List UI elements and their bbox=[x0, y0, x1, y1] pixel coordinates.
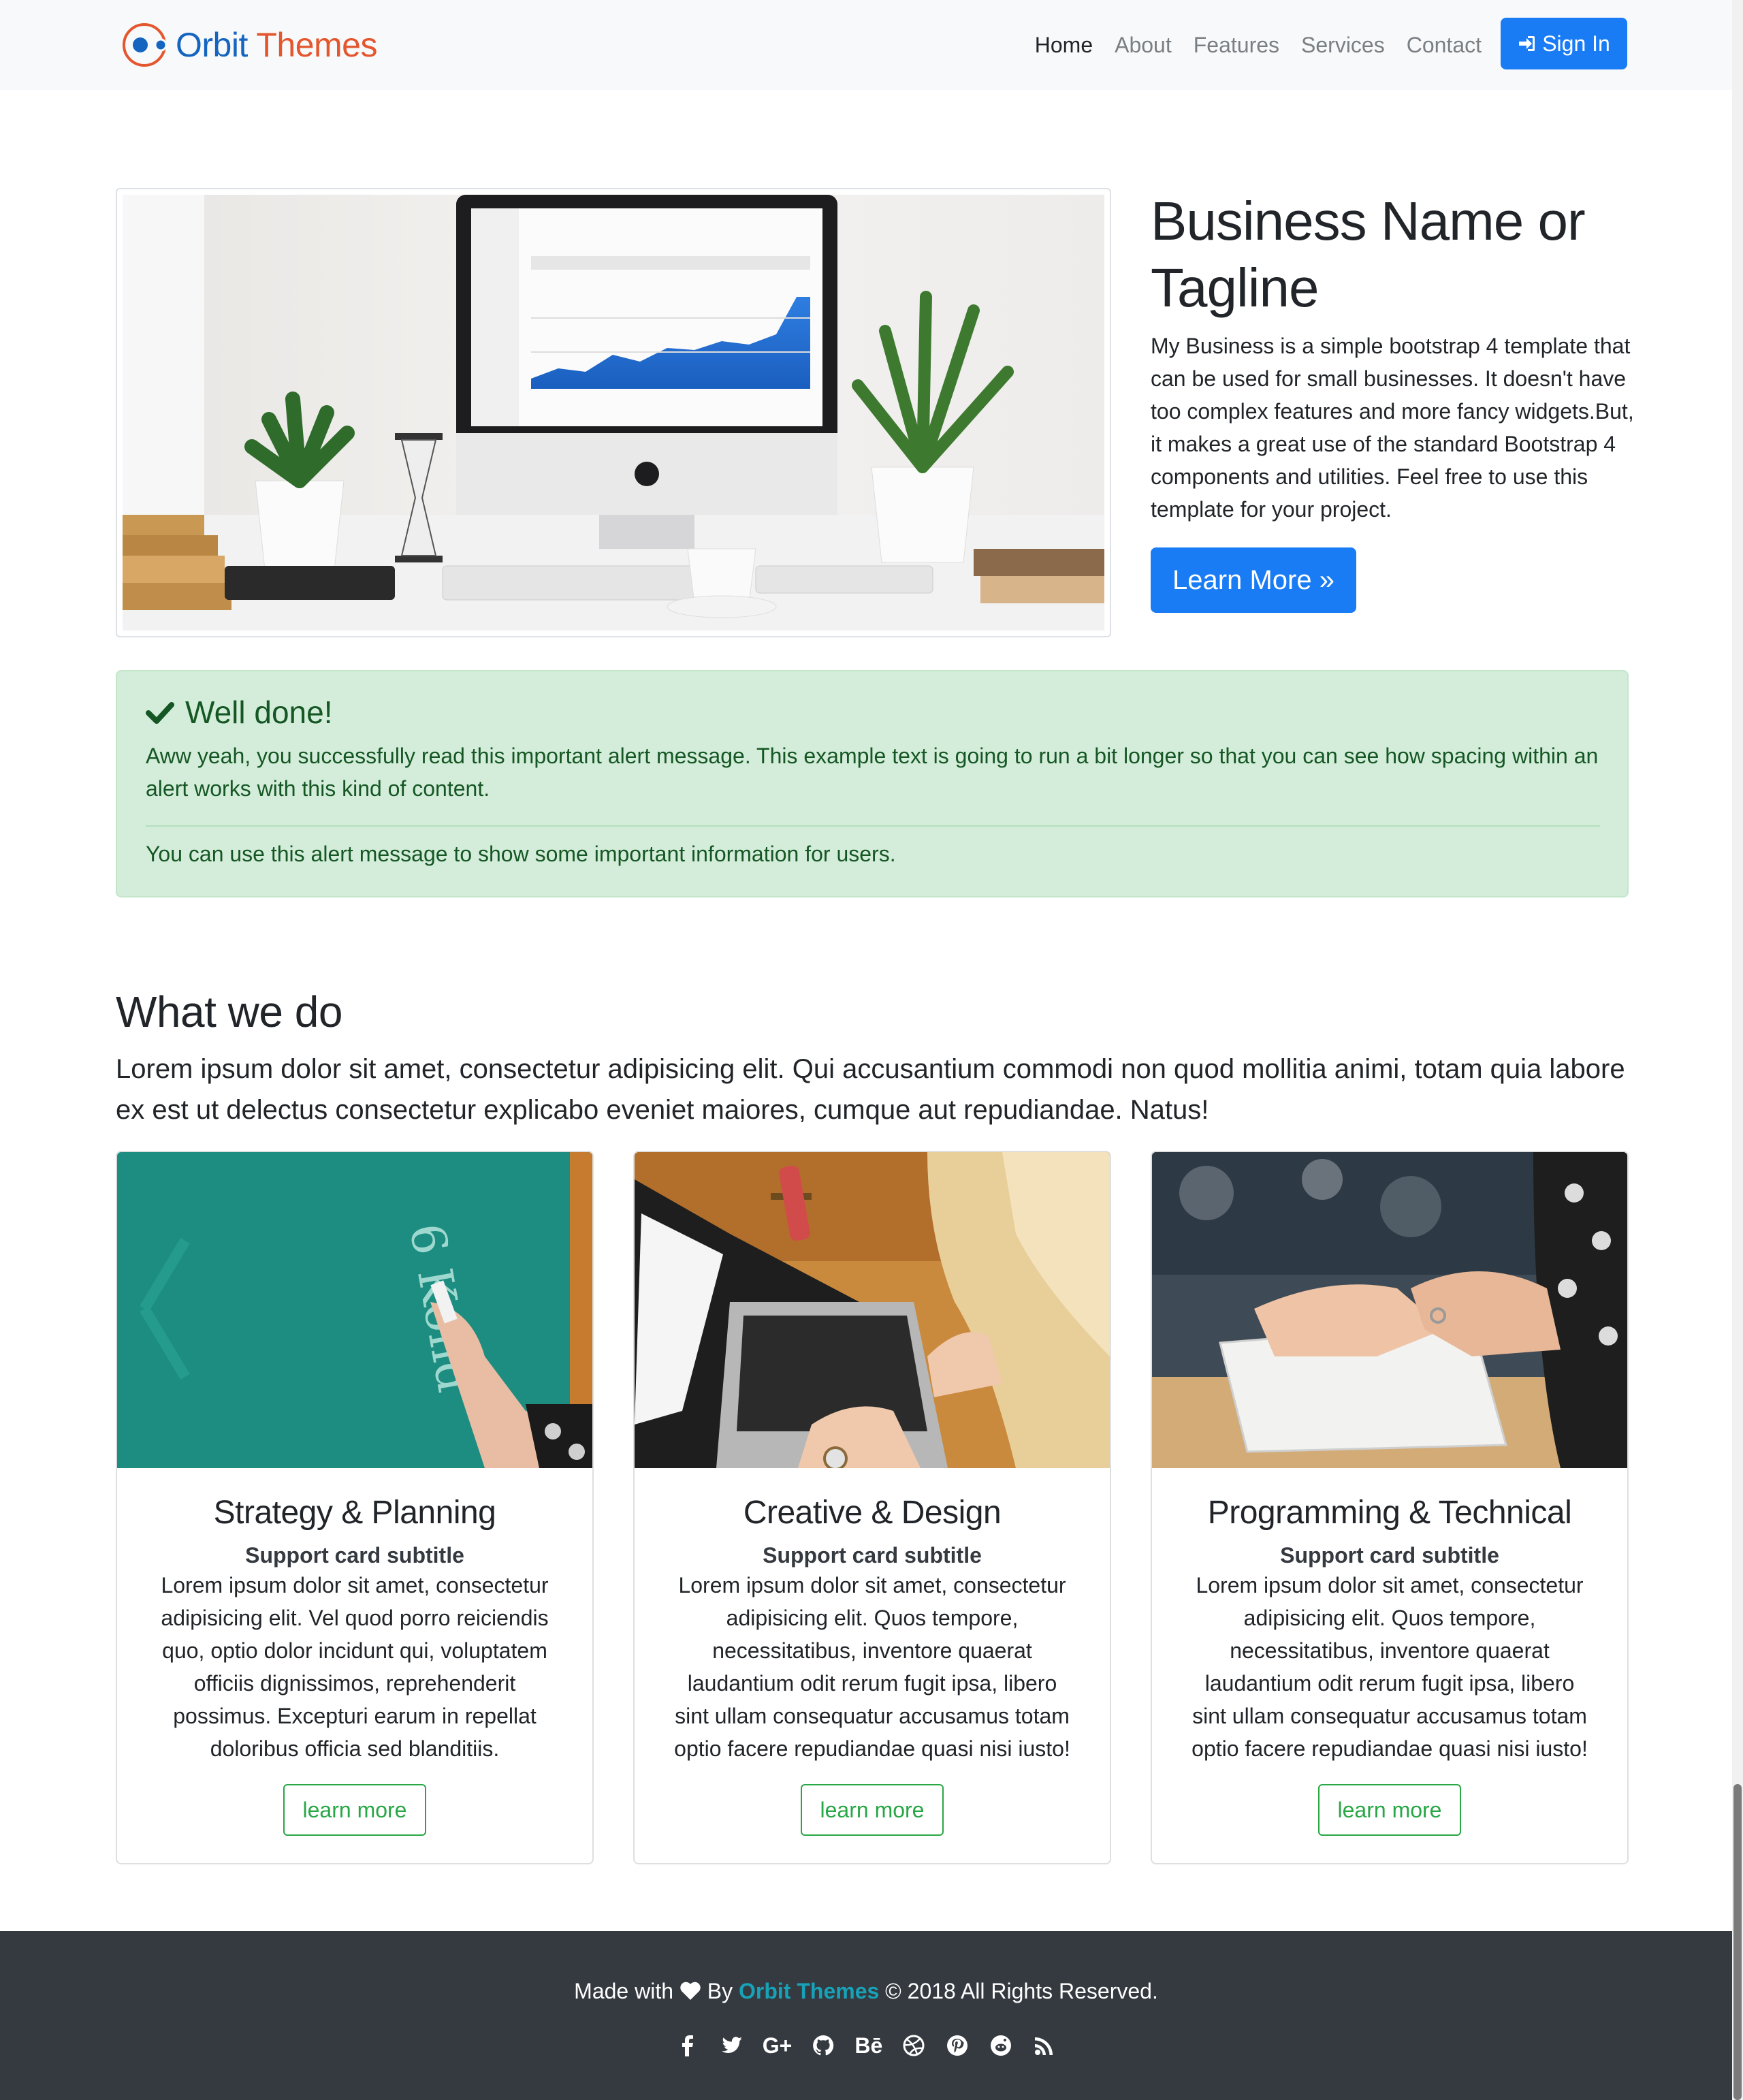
card-learn-more-button[interactable]: learn more bbox=[1318, 1784, 1461, 1836]
footer: Made with By Orbit Themes © 2018 All Rig… bbox=[0, 1931, 1732, 2100]
nav-item-home[interactable]: Home bbox=[1035, 20, 1093, 69]
laptop-woman-image bbox=[635, 1152, 1110, 1468]
card-subtitle: Support card subtitle bbox=[763, 1543, 982, 1568]
rights-text: © 2018 All Rights Reserved. bbox=[885, 1979, 1158, 2003]
twitter-icon[interactable] bbox=[719, 2032, 743, 2059]
alert-divider bbox=[146, 825, 1600, 827]
alert-secondary-text: You can use this alert message to show s… bbox=[146, 842, 896, 866]
service-card-design: Creative & Design Support card subtitle … bbox=[633, 1151, 1111, 1864]
card-text: Lorem ipsum dolor sit amet, consectetur … bbox=[161, 1573, 549, 1761]
card-subtitle: Support card subtitle bbox=[245, 1543, 464, 1568]
sign-in-button[interactable]: Sign In bbox=[1501, 18, 1627, 69]
hero-workspace-image bbox=[123, 195, 1104, 631]
nav-item-contact[interactable]: Contact bbox=[1407, 20, 1482, 69]
alert-heading-text: Well done! bbox=[185, 695, 333, 730]
service-card-programming: Programming & Technical Support card sub… bbox=[1151, 1151, 1629, 1864]
hero-image-frame bbox=[116, 188, 1111, 637]
card-title: Creative & Design bbox=[743, 1495, 1002, 1531]
dribbble-icon[interactable] bbox=[901, 2032, 926, 2059]
hero-title: Business Name or Tagline bbox=[1151, 191, 1586, 318]
reddit-icon[interactable] bbox=[989, 2032, 1013, 2059]
scrollbar[interactable] bbox=[1732, 0, 1743, 2100]
card-title: Programming & Technical bbox=[1207, 1495, 1572, 1531]
facebook-icon[interactable] bbox=[675, 2032, 700, 2059]
service-card-strategy: 6 Kond Strategy & Planning Support card … bbox=[116, 1151, 594, 1864]
card-learn-more-button[interactable]: learn more bbox=[283, 1784, 426, 1836]
section-lead: Lorem ipsum dolor sit amet, consectetur … bbox=[116, 1054, 1625, 1125]
card-text: Lorem ipsum dolor sit amet, consectetur … bbox=[674, 1573, 1070, 1761]
hero-description: My Business is a simple bootstrap 4 temp… bbox=[1151, 334, 1634, 522]
orbit-logo-icon bbox=[123, 23, 167, 67]
nav-item-features[interactable]: Features bbox=[1194, 20, 1279, 69]
brand-name: Orbit Themes bbox=[176, 26, 377, 64]
card-title: Strategy & Planning bbox=[213, 1495, 496, 1531]
made-with-text: Made with bbox=[574, 1979, 673, 2003]
pinterest-icon[interactable] bbox=[945, 2032, 970, 2059]
card-learn-more-button[interactable]: learn more bbox=[801, 1784, 944, 1836]
alert-heading: Well done! bbox=[146, 690, 333, 734]
footer-brand-link[interactable]: Orbit Themes bbox=[739, 1979, 879, 2003]
nav-item-about[interactable]: About bbox=[1115, 20, 1172, 69]
nav-menu: Home About Features Services Contact bbox=[1013, 20, 1482, 69]
sign-in-label: Sign In bbox=[1542, 31, 1610, 56]
google-plus-icon[interactable]: G+ bbox=[763, 2032, 793, 2059]
social-links: G+ Bē bbox=[0, 2032, 1732, 2059]
success-alert: Well done! Aww yeah, you successfully re… bbox=[116, 670, 1629, 897]
top-navbar: Orbit Themes Home About Features Service… bbox=[0, 0, 1732, 90]
behance-icon[interactable]: Bē bbox=[854, 2032, 882, 2059]
keyboard-typing-image bbox=[1152, 1152, 1627, 1468]
github-icon[interactable] bbox=[811, 2032, 835, 2059]
by-text: By bbox=[707, 1979, 733, 2003]
scrollbar-thumb[interactable] bbox=[1733, 1784, 1742, 2100]
chalkboard-image: 6 Kond bbox=[117, 1152, 592, 1468]
card-text: Lorem ipsum dolor sit amet, consectetur … bbox=[1192, 1573, 1588, 1761]
brand-link[interactable]: Orbit Themes bbox=[120, 20, 377, 69]
learn-more-button[interactable]: Learn More » bbox=[1151, 547, 1356, 613]
heart-icon bbox=[680, 1982, 701, 2000]
check-icon bbox=[146, 702, 174, 724]
alert-text: Aww yeah, you successfully read this imp… bbox=[146, 744, 1599, 801]
section-title: What we do bbox=[116, 987, 342, 1036]
nav-item-services[interactable]: Services bbox=[1301, 20, 1385, 69]
footer-credits: Made with By Orbit Themes © 2018 All Rig… bbox=[0, 1975, 1732, 2007]
rss-icon[interactable] bbox=[1032, 2032, 1057, 2059]
card-subtitle: Support card subtitle bbox=[1280, 1543, 1499, 1568]
sign-in-icon bbox=[1519, 36, 1535, 51]
